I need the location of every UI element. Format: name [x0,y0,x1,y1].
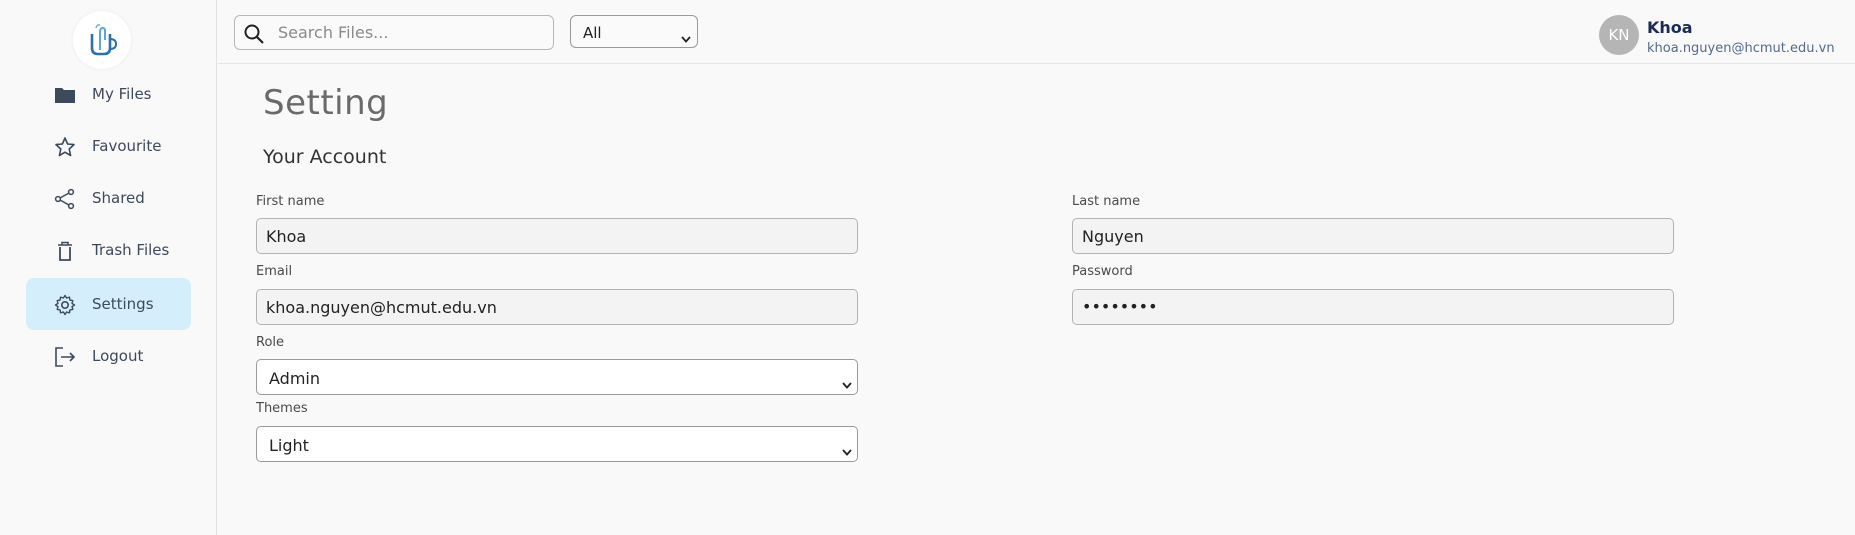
first-name-field[interactable]: Khoa [256,218,858,254]
sidebar-item-label: Favourite [92,137,162,155]
password-field[interactable]: •••••••• [1072,289,1674,325]
email-field[interactable]: khoa.nguyen@hcmut.edu.vn [256,289,858,325]
chevron-down-icon [842,441,852,460]
file-filter-value: All [583,24,602,42]
avatar[interactable]: KN [1599,15,1639,55]
chevron-down-icon [842,374,852,393]
themes-label: Themes [256,401,308,416]
themes-select[interactable]: Light [256,426,858,462]
star-icon [54,136,76,158]
logout-icon [54,346,76,368]
user-name: Khoa [1647,18,1693,37]
sidebar-item-shared[interactable]: Shared [26,172,191,224]
trash-icon [54,240,76,262]
first-name-value: Khoa [266,227,307,246]
share-icon [54,188,76,210]
search-icon[interactable] [243,23,265,45]
user-profile[interactable]: KN Khoa khoa.nguyen@hcmut.edu.vn [1595,0,1855,64]
role-select[interactable]: Admin [256,359,858,395]
sidebar-item-label: Logout [92,347,144,365]
password-value: •••••••• [1082,297,1158,316]
search-box[interactable] [234,15,554,50]
email-value: khoa.nguyen@hcmut.edu.vn [266,298,497,317]
sidebar-item-favourite[interactable]: Favourite [26,120,191,172]
last-name-value: Nguyen [1082,227,1144,246]
email-label: Email [256,264,293,279]
folder-icon [54,84,76,106]
sidebar-item-label: Shared [92,189,145,207]
sidebar-item-trash-files[interactable]: Trash Files [26,224,191,276]
sidebar-item-label: My Files [92,85,152,103]
app-logo[interactable] [73,11,131,69]
chevron-down-icon [681,28,691,47]
file-filter-select[interactable]: All [570,15,698,48]
last-name-field[interactable]: Nguyen [1072,218,1674,254]
last-name-label: Last name [1072,194,1141,209]
sidebar-item-label: Settings [92,295,154,313]
sidebar-item-label: Trash Files [92,241,170,259]
sidebar-item-logout[interactable]: Logout [26,330,191,382]
sidebar-item-my-files[interactable]: My Files [26,68,191,120]
section-title: Your Account [263,146,387,168]
themes-value: Light [269,436,309,455]
role-value: Admin [269,369,320,388]
user-email: khoa.nguyen@hcmut.edu.vn [1647,41,1835,56]
role-label: Role [256,335,285,350]
gear-icon [54,294,76,316]
sidebar: My Files Favourite Shared Trash Files Se… [0,0,217,535]
first-name-label: First name [256,194,325,209]
top-bar: All KN Khoa khoa.nguyen@hcmut.edu.vn [218,0,1855,64]
page-title: Setting [263,83,389,123]
search-input[interactable] [267,17,549,48]
sidebar-item-settings[interactable]: Settings [26,278,191,330]
app: My Files Favourite Shared Trash Files Se… [0,0,1855,535]
password-label: Password [1072,264,1133,279]
